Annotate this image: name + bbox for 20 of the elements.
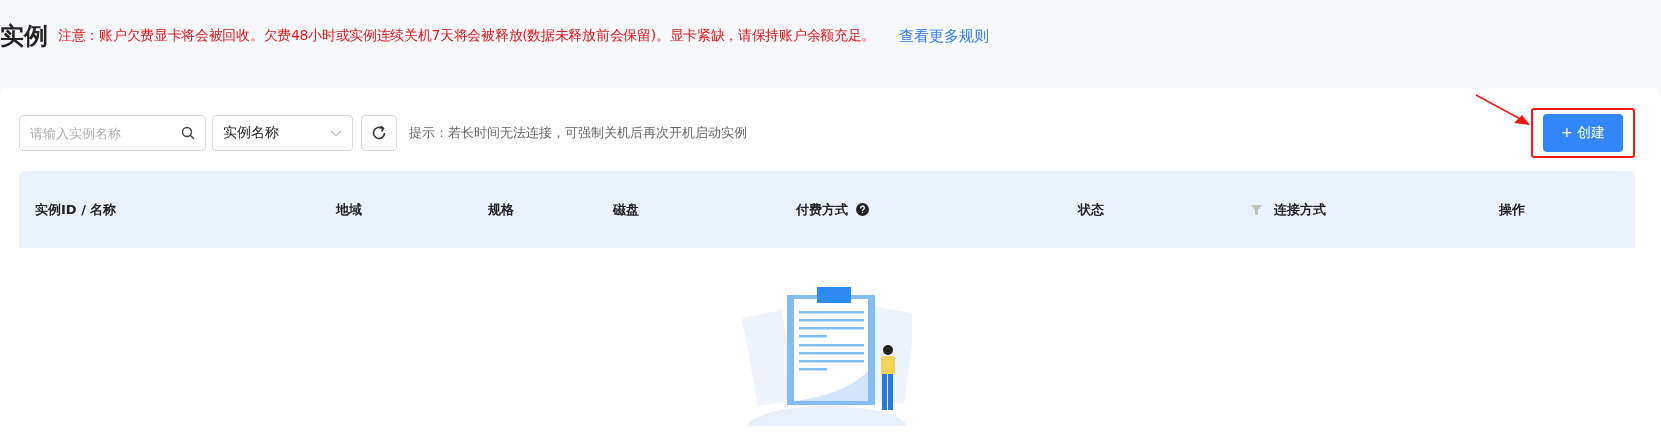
filter-dropdown[interactable]: 实例名称	[212, 115, 353, 151]
search-field[interactable]: 请输入实例名称	[19, 115, 206, 151]
column-header: 地域	[336, 200, 362, 219]
create-button[interactable]: + 创建	[1543, 114, 1623, 152]
search-icon[interactable]	[181, 126, 195, 140]
chevron-down-icon	[330, 129, 342, 137]
help-icon[interactable]	[856, 203, 869, 216]
page-title: 实例	[0, 21, 48, 52]
hint-text: 提示：若长时间无法连接，可强制关机后再次开机启动实例	[409, 124, 747, 142]
column-header: 付费方式	[796, 200, 848, 219]
rules-link[interactable]: 查看更多规则	[899, 26, 990, 46]
column-header: 状态	[1078, 200, 1104, 219]
column-header: 连接方式	[1274, 200, 1326, 219]
refresh-icon	[371, 125, 387, 141]
column-header: 规格	[488, 200, 514, 219]
column-header: 磁盘	[613, 200, 639, 219]
column-header: 实例ID / 名称	[35, 200, 117, 219]
column-header: 操作	[1499, 200, 1525, 219]
refresh-button[interactable]	[361, 115, 397, 151]
notice-text: 注意：账户欠费显卡将会被回收。欠费48小时或实例连续关机7天将会被释放(数据未释放前会保留)。显卡紧缺，请保持账户余额充足。	[58, 27, 876, 45]
